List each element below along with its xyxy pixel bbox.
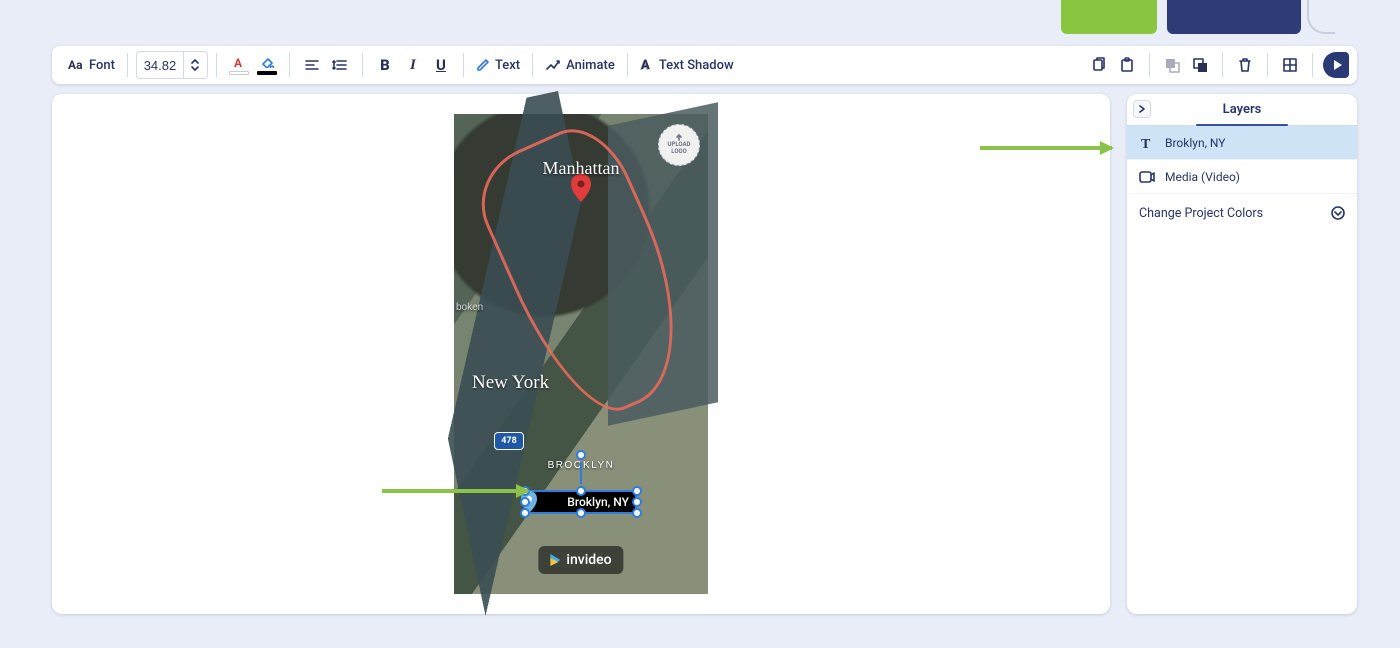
header-blue-button[interactable] <box>1167 0 1301 34</box>
align-button[interactable] <box>298 51 326 79</box>
send-backward-button[interactable] <box>1186 51 1214 79</box>
resize-handle-e[interactable] <box>632 497 642 507</box>
play-icon <box>1331 59 1343 71</box>
text-color-button[interactable]: A <box>225 51 253 79</box>
text-toolbar: Aa Font A <box>52 46 1357 84</box>
map-label-newyork: New York <box>472 372 549 394</box>
text-shadow-icon: AA <box>640 58 654 72</box>
layers-title: Layers <box>1223 102 1262 117</box>
watermark: invideo <box>538 546 623 574</box>
grid-icon <box>1282 57 1298 73</box>
resize-handle-ne[interactable] <box>632 486 642 496</box>
line-spacing-button[interactable] <box>326 51 354 79</box>
send-backward-icon <box>1192 57 1208 73</box>
text-style-label: Text <box>495 58 520 73</box>
layer-item-label: Media (Video) <box>1165 170 1240 184</box>
layers-panel: Layers T Broklyn, NY Media (Video) Chang… <box>1127 94 1357 614</box>
map-label-manhattan: Manhattan <box>543 158 620 179</box>
copy-icon <box>1091 57 1107 73</box>
align-icon <box>304 58 320 72</box>
text-shadow-label: Text Shadow <box>659 58 734 73</box>
change-colors-label: Change Project Colors <box>1139 206 1263 221</box>
resize-handle-n[interactable] <box>576 486 586 496</box>
chevron-right-icon <box>1138 105 1146 113</box>
annotation-arrow-layer <box>980 146 1112 150</box>
text-color-icon: A <box>232 56 246 68</box>
bold-icon: B <box>380 56 390 74</box>
trash-icon <box>1238 57 1252 73</box>
text-layer-icon: T <box>1139 135 1155 151</box>
animate-button[interactable]: Animate <box>541 51 619 79</box>
line-spacing-icon <box>332 58 348 72</box>
resize-handle-s[interactable] <box>576 508 586 518</box>
pencil-icon <box>476 58 490 72</box>
animate-icon <box>545 58 561 72</box>
canvas-panel: Manhattan New York BROOKLYN boken 478 UP… <box>52 94 1110 614</box>
copy-button[interactable] <box>1085 51 1113 79</box>
layers-header: Layers <box>1127 94 1357 126</box>
highway-shield: 478 <box>494 432 524 450</box>
header-strip <box>43 0 1357 35</box>
svg-text:T: T <box>1141 137 1151 150</box>
layer-item-label: Broklyn, NY <box>1165 136 1226 150</box>
annotation-arrow-canvas <box>382 489 528 493</box>
change-colors-button[interactable]: Change Project Colors <box>1127 194 1357 232</box>
italic-button[interactable]: I <box>399 51 427 79</box>
watermark-logo-icon <box>550 554 560 566</box>
underline-button[interactable]: U <box>427 51 455 79</box>
resize-handle-se[interactable] <box>632 508 642 518</box>
watermark-text: invideo <box>566 552 611 568</box>
stepper-icon <box>189 58 201 72</box>
font-size-field[interactable] <box>136 51 208 79</box>
selected-text-value: Broklyn, NY <box>567 495 629 509</box>
header-avatar-edge <box>1307 0 1335 34</box>
resize-handle-sw[interactable] <box>520 508 530 518</box>
svg-text:A: A <box>234 56 243 68</box>
delete-button[interactable] <box>1231 51 1259 79</box>
underline-icon: U <box>436 56 446 74</box>
svg-text:Aa: Aa <box>68 58 83 72</box>
text-color-chip <box>229 71 249 75</box>
bring-forward-button[interactable] <box>1158 51 1186 79</box>
font-size-stepper[interactable] <box>183 51 207 79</box>
text-style-button[interactable]: Text <box>472 51 524 79</box>
upload-logo-line2: LOGO <box>671 149 686 156</box>
layer-item-text[interactable]: T Broklyn, NY <box>1127 126 1357 160</box>
chevron-down-circle-icon <box>1331 206 1345 220</box>
layer-item-media[interactable]: Media (Video) <box>1127 160 1357 194</box>
grid-button[interactable] <box>1276 51 1304 79</box>
highlight-color-chip <box>257 71 277 75</box>
svg-text:A: A <box>641 58 650 72</box>
font-family-button[interactable]: Aa Font <box>64 51 119 79</box>
bucket-icon <box>260 56 274 68</box>
collapse-panel-button[interactable] <box>1133 100 1151 118</box>
highlight-color-button[interactable] <box>253 51 281 79</box>
paste-icon <box>1119 57 1135 73</box>
font-aa-icon: Aa <box>68 57 84 73</box>
animate-label: Animate <box>566 58 615 73</box>
selected-text-element[interactable]: Broklyn, NY <box>525 482 637 522</box>
upload-logo-placeholder[interactable]: UPLOAD LOGO <box>658 124 700 166</box>
italic-icon: I <box>410 57 416 74</box>
font-label: Font <box>89 58 115 73</box>
paste-button[interactable] <box>1113 51 1141 79</box>
resize-handle-w[interactable] <box>520 497 530 507</box>
font-size-input[interactable] <box>137 57 183 74</box>
bold-button[interactable]: B <box>371 51 399 79</box>
highway-number: 478 <box>501 436 517 446</box>
preview-play-button[interactable] <box>1323 52 1349 78</box>
bring-forward-icon <box>1164 57 1180 73</box>
rotate-handle[interactable] <box>576 450 586 460</box>
map-label-boken: boken <box>456 302 483 313</box>
text-shadow-button[interactable]: AA Text Shadow <box>636 51 738 79</box>
header-green-button[interactable] <box>1061 0 1157 34</box>
video-canvas[interactable]: Manhattan New York BROOKLYN boken 478 UP… <box>454 114 708 594</box>
video-layer-icon <box>1139 169 1155 185</box>
